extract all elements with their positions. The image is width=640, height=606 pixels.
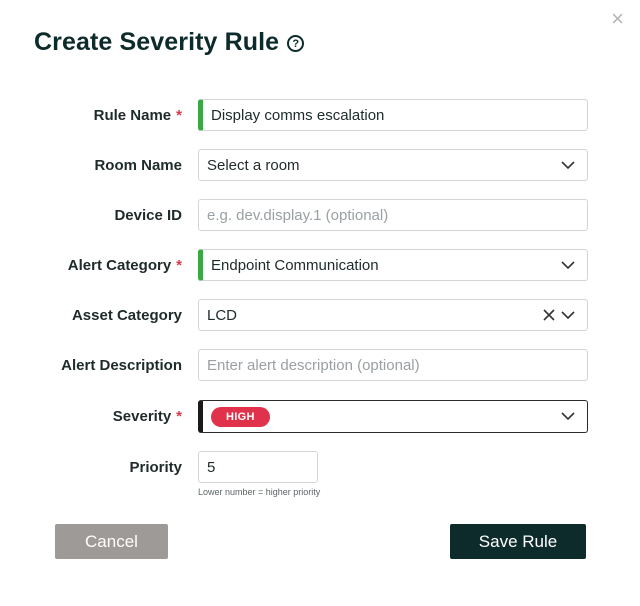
rule-name-label-wrap: Rule Name * [94,99,182,131]
severity-label-wrap: Severity * [113,400,182,432]
room-name-value: Select a room [207,156,300,174]
severity-select[interactable]: HIGH [198,400,588,433]
priority-value: 5 [207,458,216,476]
device-id-input[interactable]: e.g. dev.display.1 (optional) [198,199,588,231]
alert-description-placeholder: Enter alert description (optional) [207,356,420,374]
alert-category-row: Alert Category * Endpoint Communication [0,249,640,281]
priority-label-wrap: Priority [129,451,182,483]
rule-name-input[interactable]: Display comms escalation [198,99,588,131]
priority-input[interactable]: 5 [198,451,318,483]
room-name-row: Room Name Select a room [0,149,640,181]
asset-category-label-wrap: Asset Category [72,299,182,331]
alert-category-label: Alert Category [67,256,172,274]
alert-description-input[interactable]: Enter alert description (optional) [198,349,588,381]
priority-hint: Lower number = higher priority [198,487,321,497]
room-name-label-wrap: Room Name [94,149,182,181]
dialog-title: Create Severity Rule [34,28,280,56]
close-icon[interactable]: × [611,8,624,30]
device-id-label: Device ID [114,206,182,224]
asset-category-label: Asset Category [71,306,182,324]
priority-row: Priority 5 Lower number = higher priorit… [0,451,640,501]
alert-description-row: Alert Description Enter alert descriptio… [0,349,640,381]
priority-label: Priority [129,458,182,476]
dialog-header: Create Severity Rule ? [34,28,305,57]
rule-name-value: Display comms escalation [211,106,385,124]
device-id-label-wrap: Device ID [114,199,182,231]
question-circle-icon[interactable]: ? [287,35,305,52]
alert-category-select[interactable]: Endpoint Communication [198,249,588,281]
asset-category-row: Asset Category LCD [0,299,640,331]
severity-row: Severity * HIGH [0,400,640,433]
alert-description-label: Alert Description [61,356,182,374]
asset-category-value: LCD [207,306,238,324]
room-name-select[interactable]: Select a room [198,149,588,181]
required-mark: * [176,106,182,124]
device-id-row: Device ID e.g. dev.display.1 (optional) [0,199,640,231]
severity-label: Severity [112,407,172,425]
alert-category-value: Endpoint Communication [211,256,379,274]
rule-name-row: Rule Name * Display comms escalation [0,99,640,131]
rule-name-label: Rule Name [93,106,172,124]
device-id-placeholder: e.g. dev.display.1 (optional) [207,206,389,224]
asset-category-select[interactable]: LCD [198,299,588,331]
required-mark: * [176,256,182,274]
save-rule-button[interactable]: Save Rule [450,524,586,559]
chevron-down-icon[interactable] [559,306,577,324]
severity-badge: HIGH [211,406,270,427]
chevron-down-icon[interactable] [559,408,577,426]
cancel-button[interactable]: Cancel [55,524,168,559]
alert-description-label-wrap: Alert Description [61,349,182,381]
chevron-down-icon[interactable] [559,256,577,274]
chevron-down-icon[interactable] [559,156,577,174]
clear-icon[interactable] [541,307,557,323]
room-name-label: Room Name [94,156,182,174]
required-mark: * [176,407,182,425]
alert-category-label-wrap: Alert Category * [68,249,182,281]
